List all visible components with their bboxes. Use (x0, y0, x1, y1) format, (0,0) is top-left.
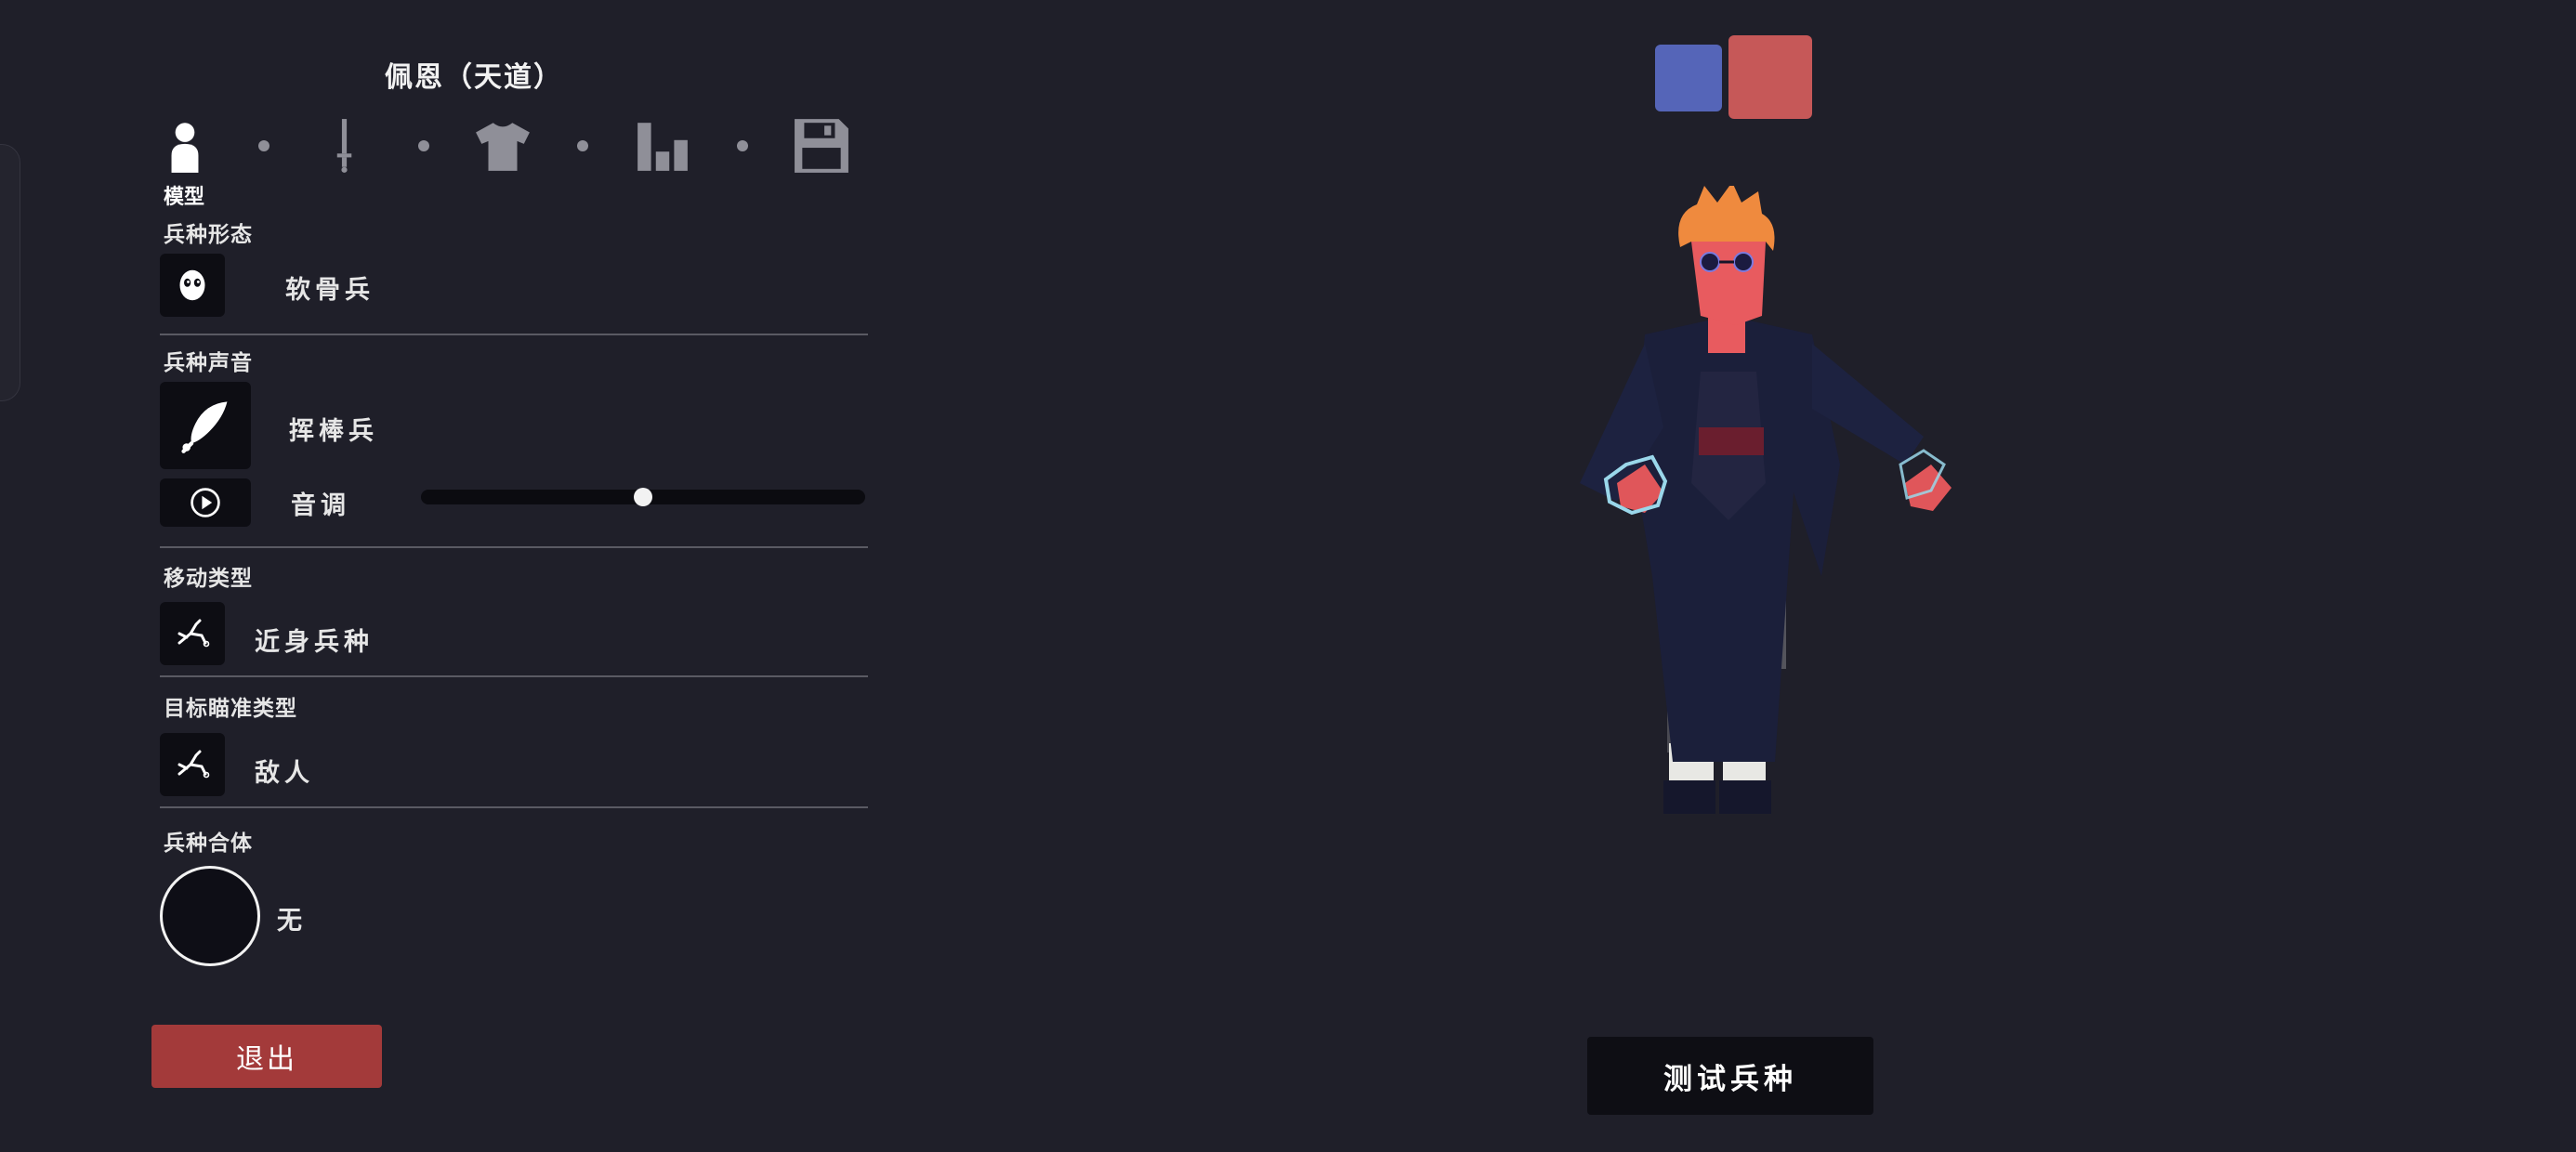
test-unit-button[interactable]: 测试兵种 (1587, 1037, 1873, 1115)
tab-separator-dot (258, 140, 269, 151)
section-divider (160, 334, 868, 335)
unit-name-title: 佩恩（天道） (385, 61, 563, 94)
targeting-icon-tile[interactable] (160, 733, 225, 796)
fallen-stickman-icon (177, 750, 210, 779)
pitch-label: 音调 (291, 491, 350, 520)
play-voice-button[interactable] (160, 478, 251, 527)
voice-value[interactable]: 挥棒兵 (289, 411, 378, 447)
bar-chart-icon (637, 123, 688, 171)
section-label-targeting: 目标瞄准类型 (164, 697, 297, 721)
section-label-voice: 兵种声音 (164, 351, 253, 375)
section-divider (160, 675, 868, 677)
section-label-form: 兵种形态 (164, 223, 253, 247)
tab-save[interactable] (791, 115, 852, 177)
skull-mask-icon (179, 269, 205, 301)
unit-character-preview[interactable] (1580, 186, 1989, 985)
tab-weapons[interactable] (313, 115, 375, 177)
play-icon (191, 488, 220, 517)
team-blue-swatch[interactable] (1655, 45, 1722, 111)
section-label-merge: 兵种合体 (164, 831, 253, 856)
movement-icon-tile[interactable] (160, 602, 225, 665)
targeting-value[interactable]: 敌人 (255, 753, 314, 789)
voice-icon-tile[interactable] (160, 382, 251, 469)
tab-stats[interactable] (632, 115, 693, 177)
tab-model[interactable] (154, 115, 216, 177)
tab-separator-dot (737, 140, 748, 151)
section-divider (160, 806, 868, 808)
feather-icon (181, 401, 228, 453)
tab-separator-dot (418, 140, 429, 151)
movement-value[interactable]: 近身兵种 (255, 622, 374, 658)
form-value[interactable]: 软骨兵 (285, 269, 375, 306)
shirt-icon (476, 123, 530, 171)
pitch-slider-handle[interactable] (634, 488, 652, 506)
exit-button[interactable]: 退出 (151, 1025, 382, 1088)
floppy-disk-icon (795, 119, 848, 173)
sword-icon (336, 119, 352, 173)
person-icon (171, 123, 199, 173)
tab-clothing[interactable] (472, 115, 533, 177)
section-divider (160, 546, 868, 548)
side-panel-handle[interactable] (0, 144, 20, 401)
merge-slot[interactable] (160, 866, 260, 966)
fallen-stickman-icon (177, 619, 210, 648)
character-coat (1580, 316, 1924, 762)
tab-separator-dot (577, 140, 588, 151)
tab-model-label: 模型 (164, 186, 205, 209)
merge-value: 无 (277, 907, 307, 936)
team-red-swatch[interactable] (1728, 35, 1812, 119)
form-icon-tile[interactable] (160, 254, 225, 317)
section-label-movement: 移动类型 (164, 567, 253, 591)
